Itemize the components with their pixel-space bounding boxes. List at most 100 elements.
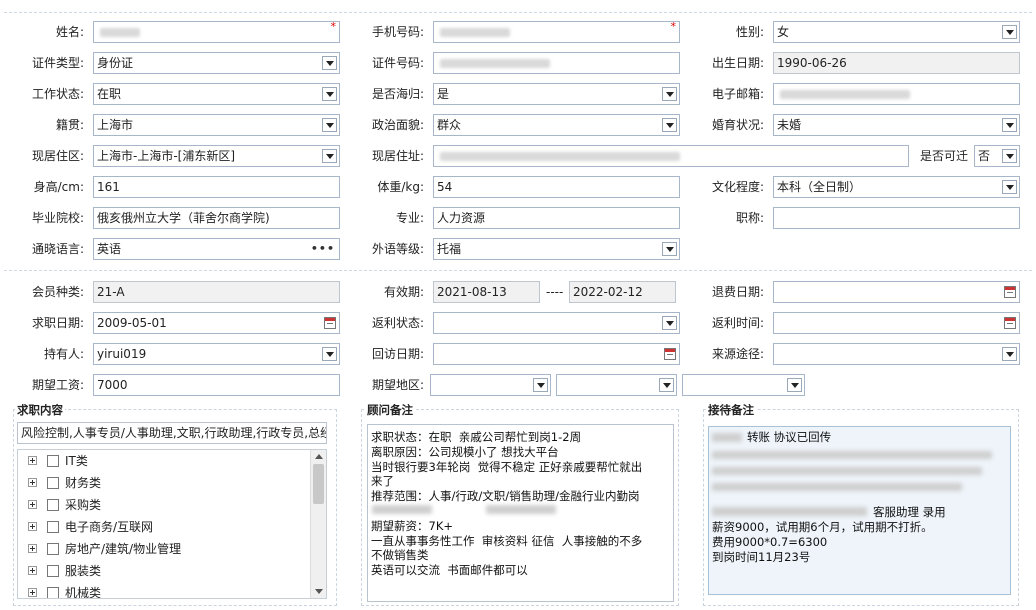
chevron-down-icon[interactable]	[659, 378, 674, 392]
chevron-down-icon[interactable]	[662, 118, 677, 132]
expand-icon[interactable]	[28, 566, 37, 575]
calendar-icon[interactable]	[324, 317, 336, 329]
chevron-down-icon[interactable]	[1002, 180, 1017, 194]
expand-icon[interactable]	[28, 522, 37, 531]
calendar-icon[interactable]	[1004, 317, 1016, 329]
rebate-status-select[interactable]	[433, 312, 680, 334]
title-label: 职称:	[735, 211, 764, 225]
email-label: 电子邮箱:	[711, 87, 764, 101]
weight-input[interactable]: 54	[433, 176, 680, 198]
chevron-down-icon[interactable]	[322, 347, 337, 361]
tree-item[interactable]: IT类	[28, 452, 88, 470]
validity-dash: ----	[546, 285, 564, 299]
salary-input[interactable]: 7000	[93, 374, 340, 396]
calendar-icon[interactable]	[664, 348, 676, 360]
expand-icon[interactable]	[28, 456, 37, 465]
tree-item[interactable]: 房地产/建筑/物业管理	[28, 540, 181, 558]
idtype-select[interactable]: 身份证	[93, 52, 340, 74]
scroll-thumb[interactable]	[313, 464, 324, 504]
address-label: 现居住址:	[371, 149, 424, 163]
work-status-select[interactable]: 在职	[93, 83, 340, 105]
tree-item-label: 采购类	[65, 498, 102, 512]
chevron-down-icon[interactable]	[662, 242, 677, 256]
advisor-notes-textarea[interactable]: 求职状态：在职 亲戚公司帮忙到岗1-2周 离职原因：公司规模小了 想找大平台 当…	[367, 424, 674, 602]
reception-line-date: 到岗时间11月23号	[712, 550, 811, 564]
expand-icon[interactable]	[28, 478, 37, 487]
chevron-down-icon[interactable]	[1002, 25, 1017, 39]
refund-date-input[interactable]	[773, 281, 1020, 303]
checkbox[interactable]	[47, 520, 59, 533]
expand-icon[interactable]	[28, 588, 37, 597]
idtype-value: 身份证	[97, 56, 134, 70]
checkbox[interactable]	[47, 454, 59, 467]
rebate-time-input[interactable]	[773, 312, 1020, 334]
redacted-text	[486, 505, 556, 514]
checkbox[interactable]	[47, 498, 59, 511]
tree-item[interactable]: 服装类	[28, 562, 101, 580]
political-select[interactable]: 群众	[433, 114, 680, 136]
name-input[interactable]: *	[93, 21, 340, 43]
chevron-down-icon[interactable]	[533, 378, 548, 392]
checkbox[interactable]	[47, 476, 59, 489]
title-input[interactable]	[773, 207, 1020, 229]
checkbox[interactable]	[47, 586, 59, 598]
chevron-down-icon[interactable]	[1002, 118, 1017, 132]
scroll-up-icon[interactable]	[315, 454, 323, 459]
apply-date-input[interactable]: 2009-05-01	[93, 312, 340, 334]
chevron-down-icon[interactable]	[662, 87, 677, 101]
gender-label: 性别:	[735, 25, 764, 39]
phone-input[interactable]: *	[433, 21, 680, 43]
chevron-down-icon[interactable]	[322, 87, 337, 101]
tree-item[interactable]: 采购类	[28, 496, 101, 514]
region-city-select[interactable]	[556, 374, 677, 396]
idno-label: 证件号码:	[371, 56, 424, 70]
chevron-down-icon[interactable]	[322, 149, 337, 163]
reception-line-top: 转账 协议已回传	[747, 430, 832, 444]
education-select[interactable]: 本科（全日制）	[773, 176, 1020, 198]
tree-item[interactable]: 电子商务/互联网	[28, 518, 153, 536]
job-summary-field[interactable]: 风险控制,人事专员/人事助理,文职,行政助理,行政专员,总经	[17, 422, 327, 444]
school-input[interactable]: 俄亥俄州立大学（菲舍尔商学院)	[93, 207, 340, 229]
checkbox[interactable]	[47, 564, 59, 577]
tree-item[interactable]: 财务类	[28, 474, 101, 492]
tree-item[interactable]: 机械类	[28, 584, 101, 598]
expand-icon[interactable]	[28, 544, 37, 553]
source-select[interactable]	[773, 343, 1020, 365]
area-select[interactable]: 上海市-上海市-[浦东新区]	[93, 145, 340, 167]
language-picker[interactable]: 英语 •••	[93, 238, 340, 260]
region-province-select[interactable]	[430, 374, 551, 396]
chevron-down-icon[interactable]	[1002, 149, 1017, 163]
idno-input[interactable]	[433, 52, 680, 74]
chevron-down-icon[interactable]	[1002, 347, 1017, 361]
reception-notes-textarea[interactable]: 转账 协议已回传 客服助理 录用 薪资9000，试用期6个月，试用期不打折。 费…	[708, 426, 1011, 595]
more-icon[interactable]: •••	[311, 239, 335, 259]
expand-icon[interactable]	[28, 500, 37, 509]
tree-scrollbar[interactable]	[310, 450, 326, 598]
lang-level-select[interactable]: 托福	[433, 238, 680, 260]
scroll-down-icon[interactable]	[315, 589, 323, 594]
overseas-select[interactable]: 是	[433, 83, 680, 105]
chevron-down-icon[interactable]	[322, 56, 337, 70]
relocate-select[interactable]: 否	[974, 145, 1020, 167]
visit-date-label: 回访日期:	[371, 347, 424, 361]
address-input[interactable]	[433, 145, 909, 167]
height-label: 身高/cm:	[33, 180, 84, 194]
relocate-label: 是否可迁	[920, 149, 969, 163]
chevron-down-icon[interactable]	[322, 118, 337, 132]
region-district-select[interactable]	[682, 374, 805, 396]
native-select[interactable]: 上海市	[93, 114, 340, 136]
holder-select[interactable]: yirui019	[93, 343, 340, 365]
marriage-select[interactable]: 未婚	[773, 114, 1020, 136]
gender-select[interactable]: 女	[773, 21, 1020, 43]
chevron-down-icon[interactable]	[662, 316, 677, 330]
validity-start-field: 2021-08-13	[433, 281, 540, 303]
political-label: 政治面貌:	[371, 118, 424, 132]
major-input[interactable]: 人力资源	[433, 207, 680, 229]
checkbox[interactable]	[47, 542, 59, 555]
chevron-down-icon[interactable]	[787, 378, 802, 392]
email-input[interactable]	[773, 83, 1020, 105]
calendar-icon[interactable]	[1004, 286, 1016, 298]
height-input[interactable]: 161	[93, 176, 340, 198]
redacted-text	[712, 507, 867, 516]
visit-date-input[interactable]	[433, 343, 680, 365]
